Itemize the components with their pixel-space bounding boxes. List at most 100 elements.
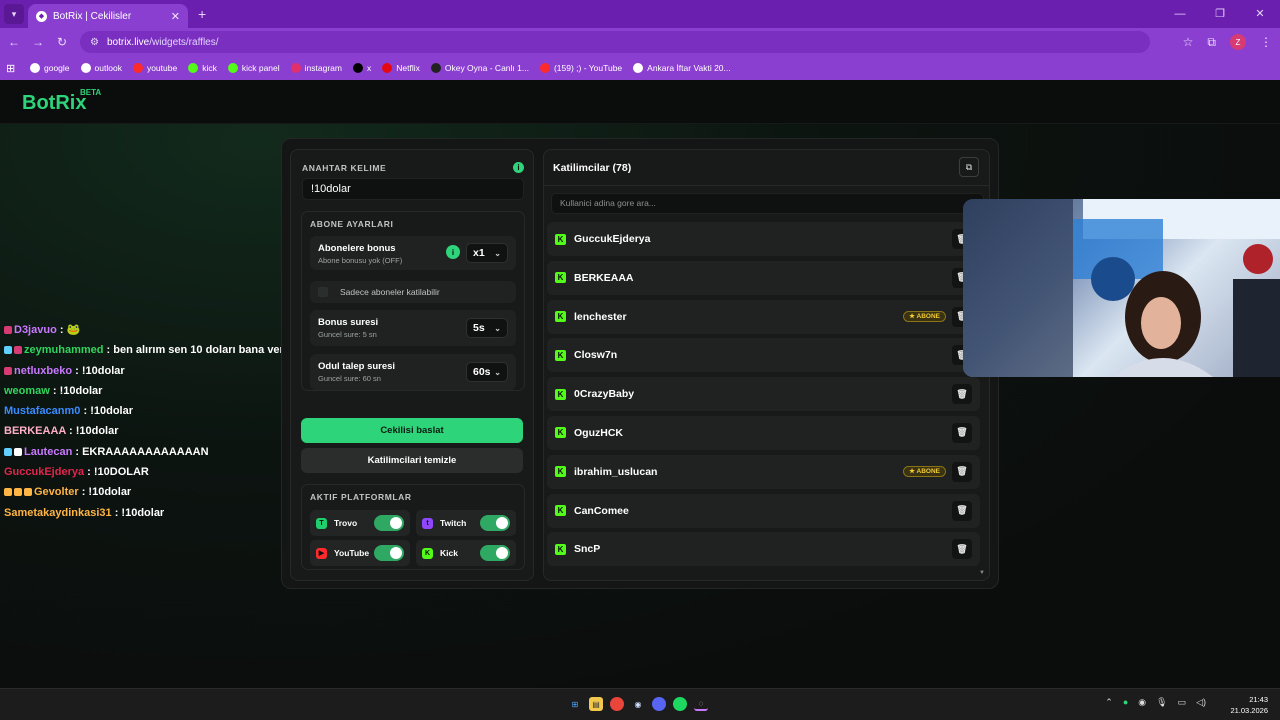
participant-row[interactable]: K OguzHCK 🗑 [547,415,980,450]
youtube-icon [132,63,143,73]
restore-icon[interactable]: ❐ [1200,0,1240,28]
clock[interactable]: 21:43 21.03.2026 [1230,694,1268,716]
bookmark-item[interactable]: outlook [80,63,122,73]
globe-icon [80,63,91,73]
chrome-icon[interactable] [610,697,624,711]
menu-kebab-icon[interactable]: ⋮ [1260,35,1272,49]
participant-row[interactable]: K 0CrazyBaby 🗑 [547,377,980,412]
volume-icon[interactable]: ◁) [1196,697,1206,708]
participant-row[interactable]: K GuccukEjderya 🗑 [547,222,980,256]
tray-app-icon[interactable]: ● [1123,697,1128,708]
chat-text: !10DOLAR [93,466,149,479]
chat-message: weomaw : !10dolar [4,381,294,401]
platform-toggle[interactable] [374,515,404,531]
chat-separator: : [72,445,83,458]
clock-time: 21:43 [1249,695,1268,704]
platform-toggle[interactable] [480,515,510,531]
microphone-icon[interactable]: 🎙 [1156,697,1167,708]
browser-tab[interactable]: ◆ BotRix | Cekilisler ✕ [28,4,188,28]
site-info-icon[interactable]: ⚙ [90,37,99,48]
sub-bonus-subtitle: Abone bonusu yok (OFF) [318,256,403,265]
subs-only-row[interactable]: Sadece aboneler katilabilir [310,281,516,303]
clear-participants-button[interactable]: Katilimcilari temizle [301,448,523,473]
reload-icon[interactable]: ↻ [52,35,72,49]
delete-icon[interactable]: 🗑 [952,461,972,482]
start-raffle-button[interactable]: Cekilisi baslat [301,418,523,443]
steam-icon[interactable]: ◉ [631,697,645,711]
participant-name: SncP [574,543,601,556]
chat-username: GuccukEjderya [4,466,85,479]
bookmark-item[interactable]: google [30,63,70,73]
participants-list: K GuccukEjderya 🗑 K BERKEAAA 🗑 Klenchester ★ AB… [547,222,980,571]
bookmark-item[interactable]: Ankara İftar Vakti 20... [633,63,731,73]
platform-toggle[interactable] [480,545,510,561]
new-tab-icon[interactable]: + [198,6,206,22]
chat-separator: : [103,344,114,357]
clock-date: 21.03.2026 [1230,706,1268,715]
participant-name: lenchester [574,310,627,323]
chat-badge-icon [4,346,12,355]
participant-row[interactable]: K BERKEAAA 🗑 [547,260,980,295]
tray-steam-icon[interactable]: ◉ [1138,697,1146,708]
participant-name: Closw7n [574,349,618,362]
chat-message: netluxbeko : !10dolar [4,361,294,381]
bookmark-star-icon[interactable]: ☆ [1183,35,1194,49]
delete-icon[interactable]: 🗑 [952,422,972,443]
bookmark-item[interactable]: youtube [132,63,177,73]
profile-avatar[interactable]: Z [1230,34,1246,50]
bookmark-item[interactable]: x [352,63,371,73]
bonus-duration-row: Bonus suresi Guncel sure: 5 sn 5s ⌄ [310,310,516,346]
bookmark-item[interactable]: kick panel [227,63,280,73]
chevron-up-icon[interactable]: ⌃ [1105,697,1113,708]
platform-name: Trovo [334,518,358,528]
minimize-icon[interactable]: — [1160,0,1200,28]
participant-row[interactable]: K CanComee 🗑 [547,493,980,528]
scroll-down-icon[interactable]: ▼ [979,570,985,576]
spotify-icon[interactable] [673,697,687,711]
bonus-duration-select[interactable]: 5s ⌄ [466,318,508,338]
discord-icon[interactable] [652,697,666,711]
bookmark-item[interactable]: (159) ;) - YouTube [539,63,622,73]
copy-icon[interactable]: ⧉ [959,157,979,177]
system-tray: ⌃ ● ◉ 🎙 ▭ ◁) [1105,697,1206,708]
keyword-input[interactable]: !10dolar [302,178,524,200]
kick-icon: K [555,311,566,323]
start-icon[interactable]: ⊞ [568,697,582,711]
extensions-icon[interactable]: ⧉ [1207,35,1216,50]
close-window-icon[interactable]: ✕ [1240,0,1280,28]
participant-row[interactable]: K SncP 🗑 [547,532,980,567]
participant-row[interactable]: K Closw7n 🗑 [547,338,980,373]
obs-icon[interactable]: ◌ [694,697,708,711]
abone-badge: ★ ABONE [903,466,946,478]
url-bar[interactable]: ⚙ botrix.live/widgets/raffles/ [80,31,1150,53]
close-tab-icon[interactable]: ✕ [171,10,180,23]
bookmark-item[interactable]: Netflix [382,63,420,73]
participants-title: Katilimcilar (78) [553,162,632,174]
sub-bonus-select[interactable]: x1 ⌄ [466,243,508,263]
claim-duration-select[interactable]: 60s ⌄ [466,362,508,382]
sub-bonus-info-icon[interactable]: i [446,245,460,259]
tab-search-icon[interactable]: ▾ [4,4,24,24]
apps-grid-icon[interactable]: ⊞ [6,62,18,75]
bookmark-item[interactable]: Okey Oyna - Canlı 1... [430,63,529,73]
subs-only-checkbox[interactable] [318,287,328,297]
participant-row[interactable]: Klenchester ★ ABONE 🗑 [547,299,980,334]
chat-badge-icon [4,447,12,456]
delete-icon[interactable]: 🗑 [952,500,972,521]
back-icon[interactable]: ← [4,35,24,49]
network-icon[interactable]: ▭ [1178,697,1187,708]
participant-search-input[interactable]: Kullanici adina gore ara... [551,193,984,214]
delete-icon[interactable]: 🗑 [952,384,972,405]
chat-message: Sametakaydinkasi31 : !10dolar [4,503,294,523]
delete-icon[interactable]: 🗑 [952,539,972,560]
platform-toggle[interactable] [374,545,404,561]
botrix-logo[interactable]: BotRix BETA [22,88,101,115]
sub-bonus-title: Abonelere bonus [318,243,396,254]
participant-row[interactable]: Kibrahim_uslucan ★ ABONE 🗑 [547,454,980,489]
file-explorer-icon[interactable]: ▤ [589,697,603,711]
bookmark-item[interactable]: kick [188,63,217,73]
info-icon[interactable]: i [513,162,524,173]
twitch-icon: t [422,517,433,529]
forward-icon[interactable]: → [28,35,48,49]
bookmark-item[interactable]: instagram [290,63,342,73]
